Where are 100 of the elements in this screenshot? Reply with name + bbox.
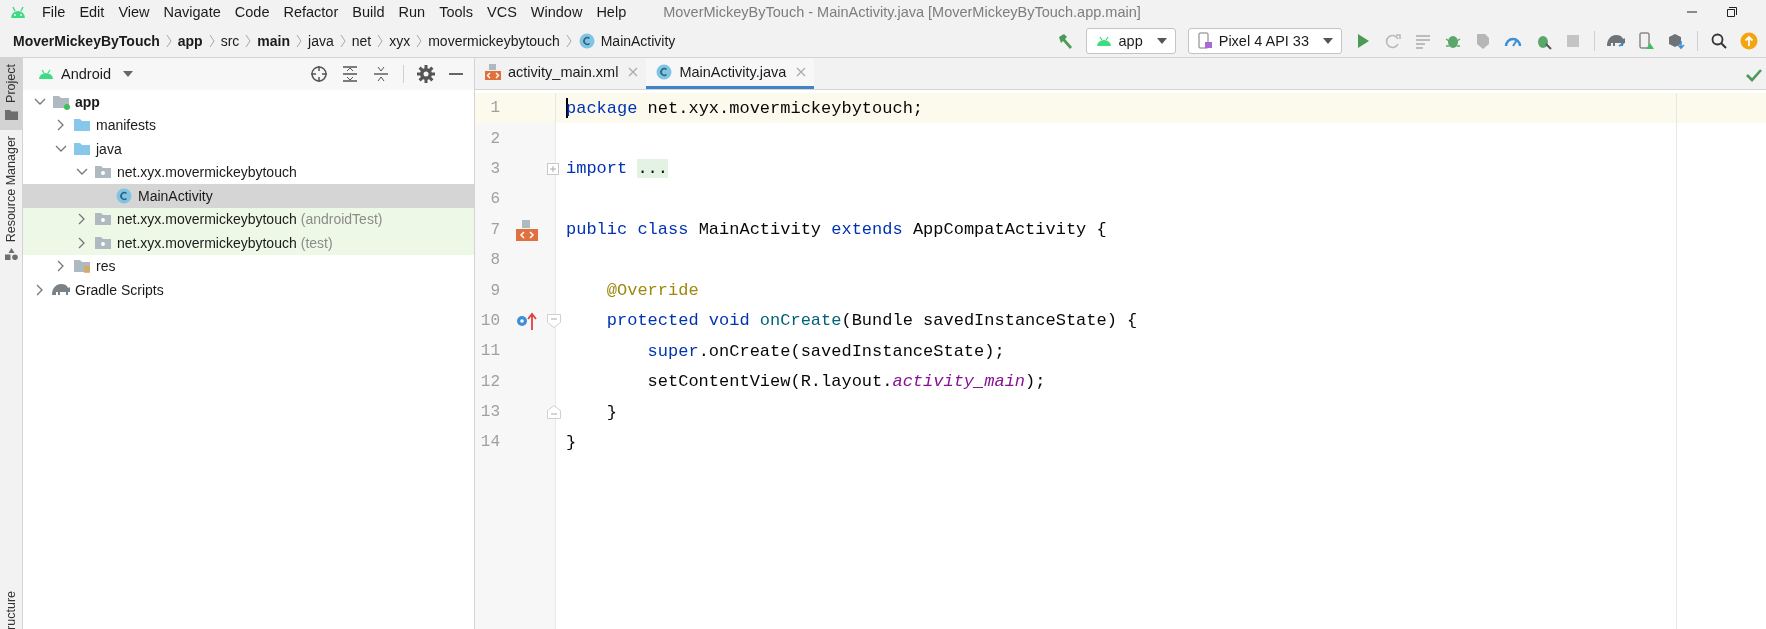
code-line: @Override	[605, 281, 699, 301]
line-number: 14	[479, 433, 500, 452]
menu-item[interactable]: File	[35, 4, 73, 20]
chevron-icon	[339, 33, 346, 48]
target-icon[interactable]	[310, 65, 328, 83]
tree-item[interactable]: app	[23, 90, 474, 114]
tree-item[interactable]: manifests	[23, 113, 474, 137]
line-number: 9	[489, 281, 500, 300]
tree-item-label: net.xyx.movermickeybytouch	[117, 164, 297, 181]
folder-icon	[73, 257, 91, 276]
chevron-right-icon	[57, 119, 65, 132]
chevron-right-icon	[78, 213, 86, 226]
editor-tab[interactable]: activity_main.xml	[475, 58, 647, 89]
chevron-icon	[416, 33, 423, 48]
shapes-icon	[4, 248, 18, 261]
refresh-icon[interactable]	[1384, 31, 1402, 50]
breadcrumb[interactable]: movermickeybytouch	[428, 32, 560, 49]
line-number: 7	[489, 220, 500, 239]
tree-item-suffix: (androidTest)	[300, 211, 383, 228]
tree-item[interactable]: net.xyx.movermickeybytouch	[23, 160, 474, 184]
tree-item-label: net.xyx.movermickeybytouch	[117, 211, 297, 228]
override-icon[interactable]	[516, 310, 538, 331]
breadcrumb[interactable]: java	[308, 32, 334, 49]
fold-plus-icon[interactable]	[547, 162, 559, 175]
chevron-icon	[565, 33, 572, 48]
tree-item-label: net.xyx.movermickeybytouch	[117, 234, 297, 251]
fold-start-icon[interactable]	[547, 313, 561, 328]
menu-item[interactable]: Help	[589, 4, 634, 20]
breadcrumb[interactable]: main	[257, 32, 291, 49]
window-title: MoverMickeyByTouch - MainActivity.java [MoverMickeyByTouch.app.main]	[663, 4, 1141, 20]
collapse-all-icon[interactable]	[372, 65, 390, 83]
editor-tab[interactable]: MainActivity.java	[646, 58, 815, 89]
line-number: 8	[489, 251, 500, 270]
code-line: super.onCreate(savedInstanceState);	[646, 341, 1005, 361]
tree-item[interactable]: Gradle Scripts	[23, 278, 474, 302]
tree-item[interactable]: java	[23, 137, 474, 161]
search-icon[interactable]	[1710, 31, 1728, 50]
tree-item-label: app	[75, 93, 100, 110]
run-configuration-dropdown[interactable]: app	[1085, 27, 1176, 54]
phone-icon[interactable]	[1637, 31, 1655, 50]
android-icon	[37, 68, 55, 80]
menu-item[interactable]: Code	[227, 4, 277, 20]
code-line: import ...	[566, 159, 669, 179]
elephant-icon[interactable]	[1607, 34, 1625, 47]
breadcrumb[interactable]: MainActivity	[600, 32, 676, 49]
code-line: }	[566, 433, 577, 452]
menu-item[interactable]: Run	[391, 4, 433, 20]
close-icon[interactable]	[796, 67, 807, 77]
line-number: 2	[489, 129, 500, 148]
tree-item[interactable]: res	[23, 254, 474, 278]
tree-item[interactable]: net.xyx.movermickeybytouch (test)	[23, 231, 474, 255]
breadcrumb[interactable]: app	[177, 32, 203, 49]
caret-icon	[1323, 37, 1333, 44]
breadcrumb[interactable]: src	[220, 32, 240, 49]
breadcrumb[interactable]: xyx	[389, 32, 411, 49]
menu-item[interactable]: View	[111, 4, 157, 20]
menu-item[interactable]: Navigate	[156, 4, 228, 20]
line-number: 13	[479, 403, 500, 422]
device-dropdown[interactable]: Pixel 4 API 33	[1187, 27, 1342, 54]
menu-item[interactable]: Build	[345, 4, 392, 20]
shield-icon[interactable]	[1474, 31, 1492, 50]
chevron-down-icon	[34, 97, 46, 106]
breadcrumb[interactable]: net	[351, 32, 372, 49]
chevron-right-icon	[36, 283, 44, 296]
chevron-icon	[208, 33, 215, 48]
chevron-icon	[296, 33, 303, 48]
chevron-down-icon	[55, 144, 67, 153]
menu-item[interactable]: Edit	[72, 4, 112, 20]
menu-item[interactable]: VCS	[480, 4, 524, 20]
tree-item-suffix: (test)	[300, 234, 333, 251]
chevron-icon	[245, 33, 252, 48]
code-line: public class MainActivity extends AppCompatActivity {	[566, 220, 1107, 240]
settings-icon[interactable]	[417, 65, 435, 83]
menu-item[interactable]: Refactor	[276, 4, 346, 20]
tree-item[interactable]: MainActivity	[23, 184, 474, 208]
cube-icon[interactable]	[1667, 31, 1685, 50]
layout-file-icon[interactable]	[516, 218, 538, 241]
chevron-right-icon	[57, 260, 65, 273]
code-line: protected void onCreate(Bundle savedInstanceState) {	[605, 311, 1138, 331]
android-logo-icon	[9, 5, 27, 19]
close-icon[interactable]	[628, 67, 639, 77]
line-number: 6	[489, 190, 500, 209]
expand-all-icon[interactable]	[341, 65, 359, 83]
breadcrumb[interactable]: MoverMickeyByTouch	[13, 32, 160, 49]
restore-icon[interactable]	[1726, 6, 1738, 18]
folder-icon	[4, 108, 18, 120]
class-icon	[115, 186, 133, 205]
tool-window-tab[interactable]: ructure	[4, 591, 18, 629]
tree-item-label: java	[96, 140, 122, 157]
line-number: 3	[489, 159, 500, 178]
caret-icon	[1156, 37, 1167, 44]
menu-item[interactable]: Tools	[432, 4, 480, 20]
class-icon	[655, 63, 674, 81]
view-dropdown[interactable]: Android	[37, 66, 133, 82]
tool-window-tab[interactable]: Project	[0, 58, 22, 130]
tree-item[interactable]: net.xyx.movermickeybytouch (androidTest)	[23, 207, 474, 231]
elephant-icon	[52, 283, 70, 297]
update-icon[interactable]	[1740, 31, 1758, 50]
menu-item[interactable]: Window	[523, 4, 590, 20]
tool-window-tab[interactable]: Resource Manager	[0, 129, 22, 271]
